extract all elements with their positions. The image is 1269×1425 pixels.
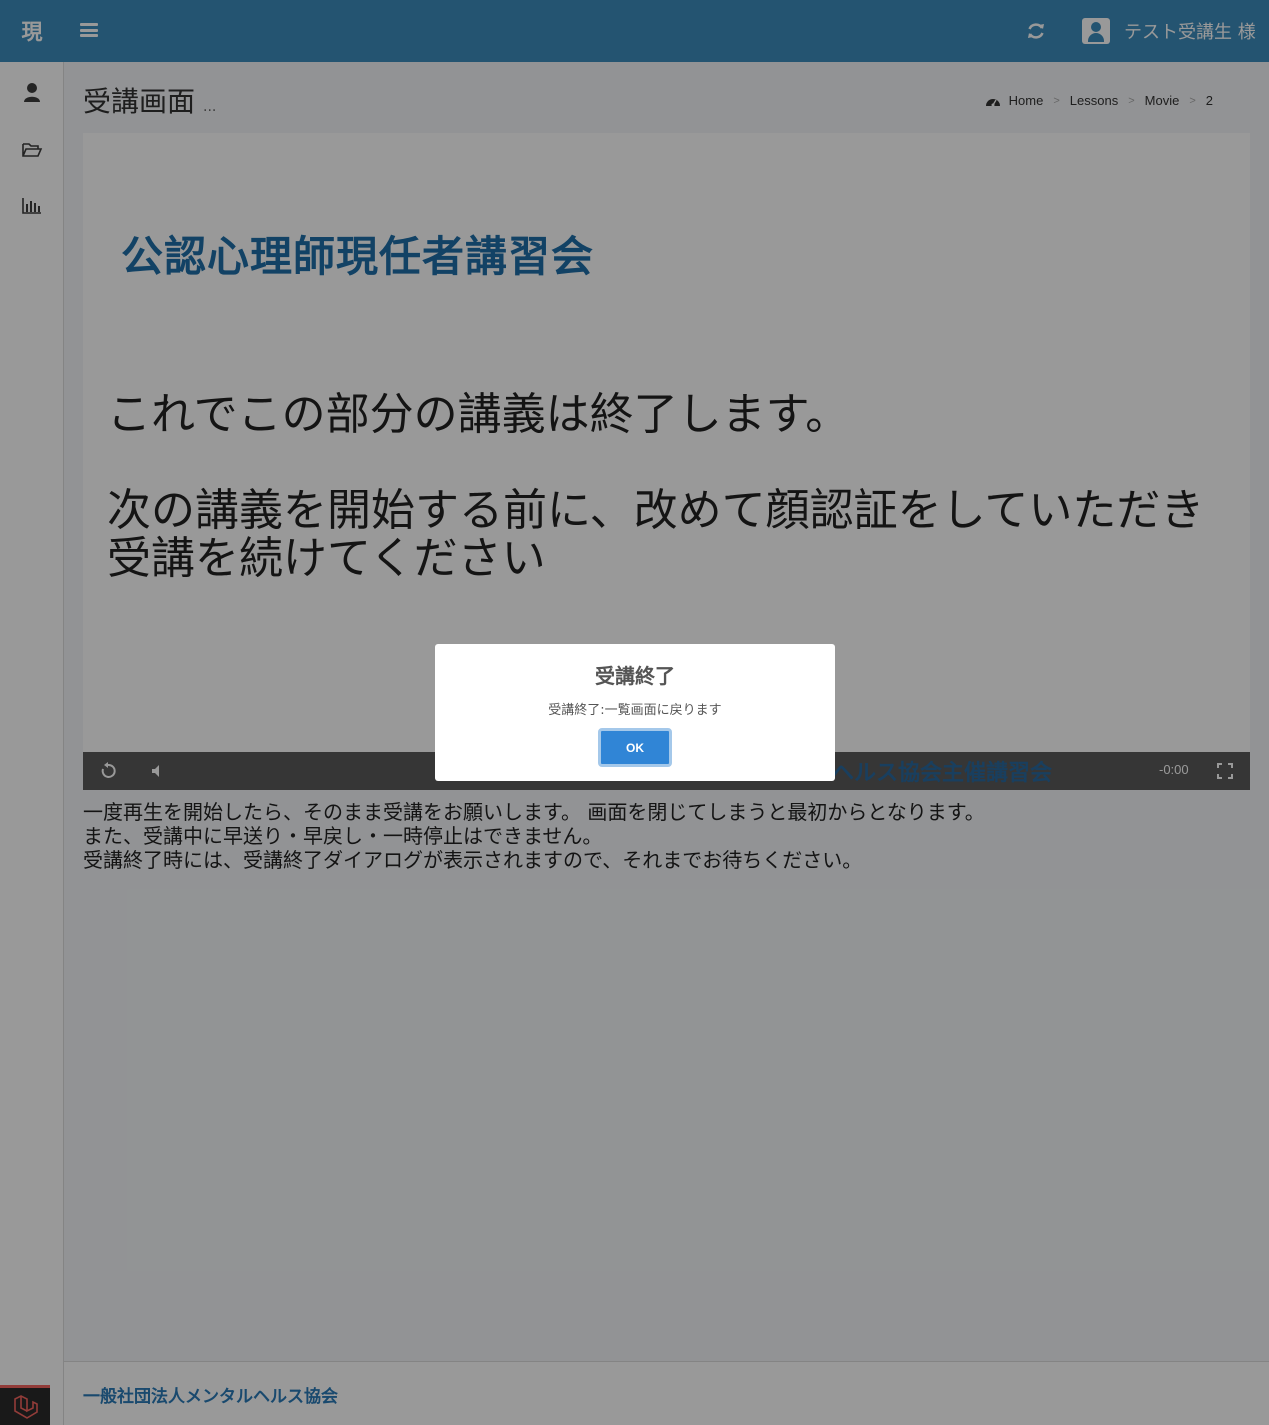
completion-dialog: 受講終了 受講終了:一覧画面に戻ります OK: [435, 644, 835, 781]
dialog-message: 受講終了:一覧画面に戻ります: [548, 703, 722, 718]
dialog-title: 受講終了: [595, 664, 675, 688]
ok-button[interactable]: OK: [598, 728, 672, 767]
modal-backdrop: 受講終了 受講終了:一覧画面に戻ります OK: [0, 0, 1269, 1425]
